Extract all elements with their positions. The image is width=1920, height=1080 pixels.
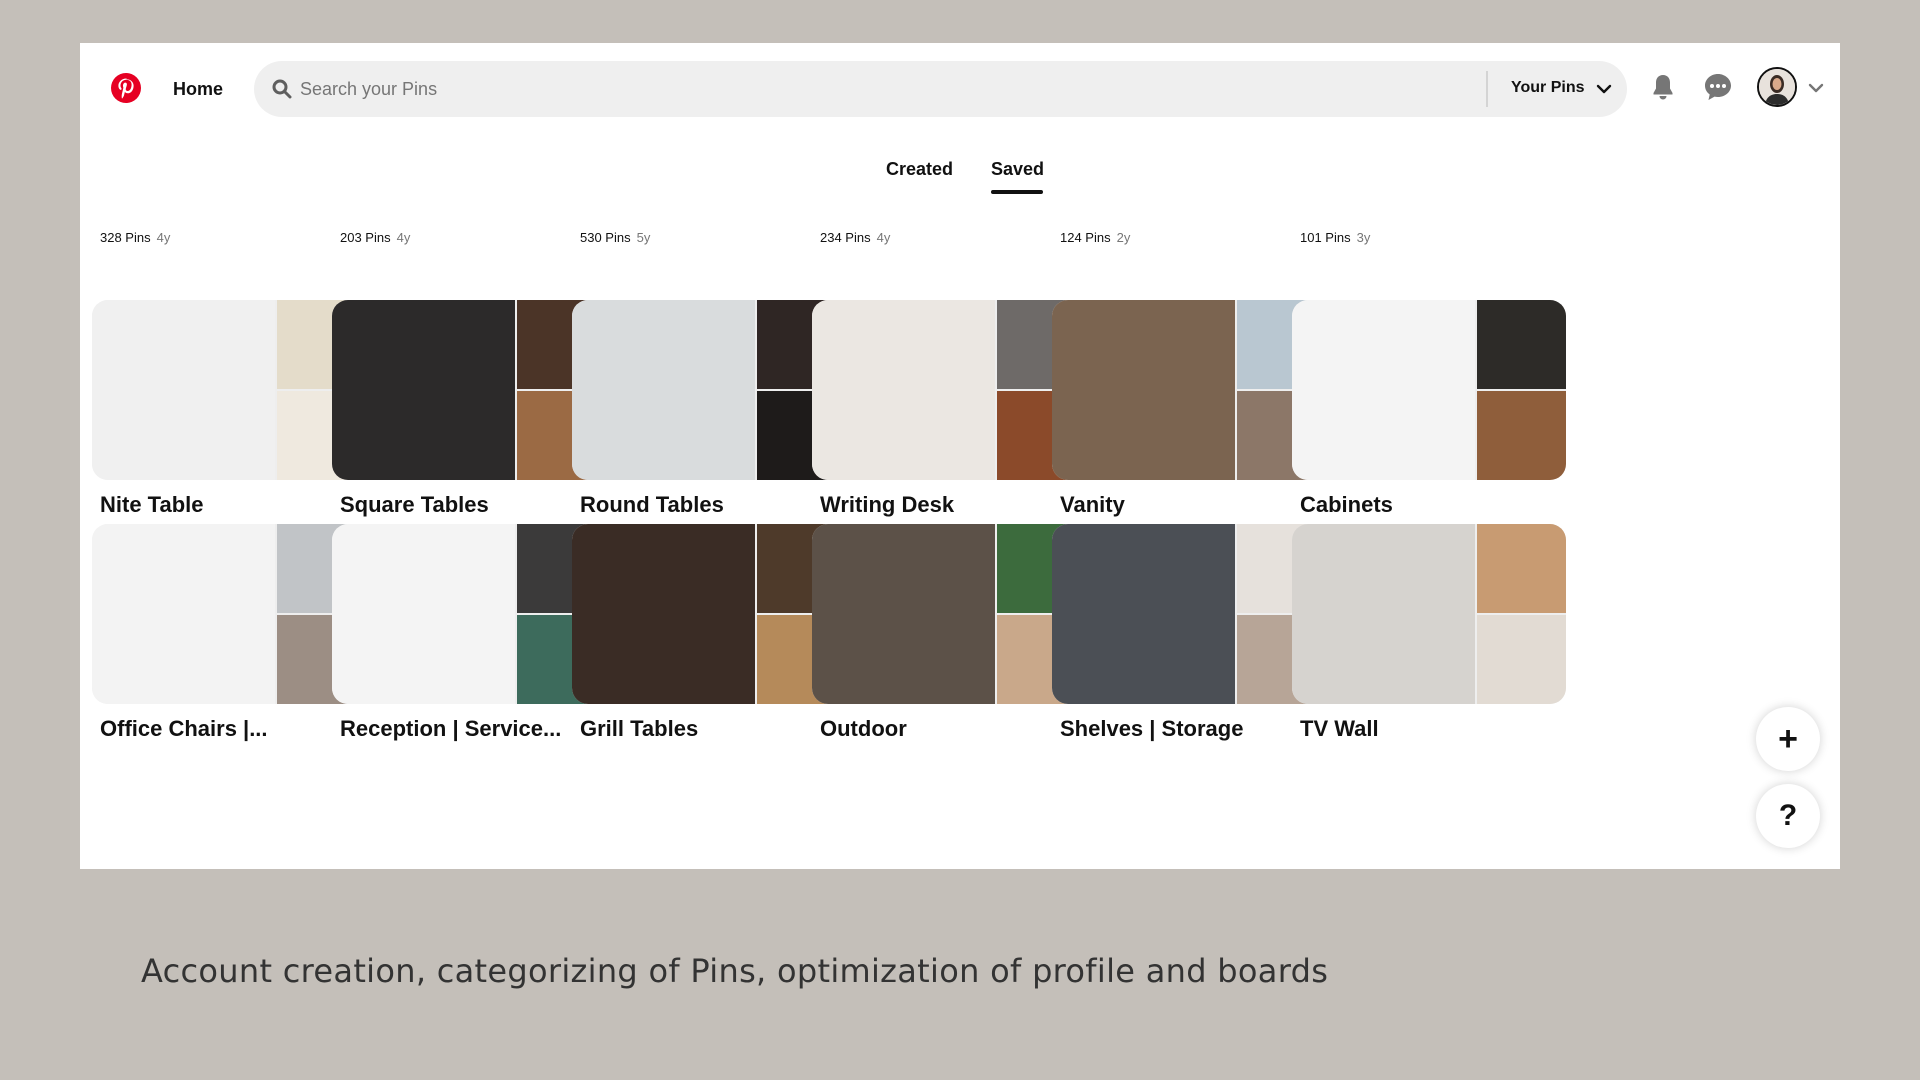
board-title[interactable]: Nite Table [100,492,204,518]
board-cover[interactable] [1052,524,1326,704]
board-title[interactable]: Reception | Service... [340,716,561,742]
board-title[interactable]: TV Wall [1300,716,1379,742]
board-cover-image [1292,524,1475,704]
board-meta: 328 Pins 4y [100,230,170,245]
board-cover-image [332,524,515,704]
messages-icon[interactable] [1702,71,1734,103]
board-title[interactable]: Grill Tables [580,716,698,742]
board-age: 3y [1356,230,1371,245]
board-meta: 203 Pins 4y [340,230,410,245]
board-title[interactable]: Outdoor [820,716,907,742]
board-title[interactable]: Square Tables [340,492,489,518]
board-title[interactable]: Shelves | Storage [1060,716,1243,742]
board-meta: 530 Pins 5y [580,230,650,245]
board-age: 2y [1116,230,1131,245]
board-card[interactable]: Vanity130 Pins4y [1052,300,1326,541]
account-chevron-down-icon[interactable] [1807,79,1825,97]
board-cover[interactable] [572,524,846,704]
board-cover[interactable] [812,524,1086,704]
board-pin-count: 328 Pins [100,230,151,245]
board-meta: 101 Pins 3y [1300,230,1370,245]
tab-created[interactable]: Created [886,159,953,180]
board-meta [100,750,106,765]
board-cover-image [1477,524,1566,613]
notifications-bell-icon[interactable] [1647,71,1679,103]
board-pin-count: 530 Pins [580,230,631,245]
board-cover-image [812,300,995,480]
board-pin-count: 234 Pins [820,230,871,245]
profile-avatar[interactable] [1757,67,1797,107]
board-cover[interactable] [332,300,606,480]
board-cover-image [1292,300,1475,480]
search-icon [272,79,292,99]
board-pin-count: 124 Pins [1060,230,1111,245]
board-title[interactable]: Office Chairs |... [100,716,268,742]
board-card[interactable]: Cabinets906 Pins1y [1292,300,1566,541]
board-cover[interactable] [92,524,366,704]
add-pin-button[interactable]: + [1756,707,1820,771]
board-cover-image [1052,524,1235,704]
board-meta [820,750,826,765]
board-card[interactable]: TV Wall [1292,524,1566,741]
board-title[interactable]: Round Tables [580,492,724,518]
board-cover-image [572,524,755,704]
board-card[interactable]: Writing Desk237 Pins3y [812,300,1086,541]
board-age: 4y [876,230,891,245]
board-cover-image [92,524,275,704]
top-header: Home Your Pins [80,43,1840,223]
board-cover-image [812,524,995,704]
board-cover-image [572,300,755,480]
board-title[interactable]: Vanity [1060,492,1125,518]
board-cover[interactable] [812,300,1086,480]
board-cover[interactable] [1292,300,1566,480]
board-age: 4y [396,230,411,245]
pinterest-window: Benches | Chaises328 Pins4yStools203 Pin… [80,43,1840,869]
search-divider [1486,71,1488,107]
board-cover[interactable] [572,300,846,480]
board-card[interactable]: Reception | Service... [332,524,606,741]
board-card[interactable]: Square Tables995 Pins4y [332,300,606,541]
avatar-photo-icon [1759,69,1795,105]
board-cover-image [1052,300,1235,480]
board-card[interactable]: Round Tables951 Pins5y [572,300,846,541]
tab-saved[interactable]: Saved [991,159,1044,180]
home-link[interactable]: Home [173,79,223,100]
board-card[interactable]: Shelves | Storage [1052,524,1326,741]
your-pins-dropdown[interactable]: Your Pins [1511,79,1585,97]
board-cover-image [332,300,515,480]
board-age: 4y [156,230,171,245]
board-card[interactable]: Office Chairs |... [92,524,366,741]
board-card[interactable]: Nite Table211 Pins5y [92,300,366,541]
chevron-down-icon[interactable] [1596,81,1612,97]
board-pin-count: 101 Pins [1300,230,1351,245]
board-age: 5y [636,230,651,245]
board-cover[interactable] [92,300,366,480]
slide-caption: Account creation, categorizing of Pins, … [141,952,1329,990]
board-cover-image [1477,391,1566,480]
board-card[interactable]: Outdoor [812,524,1086,741]
search-bar[interactable]: Your Pins [254,61,1627,117]
board-cover-image [1477,300,1566,389]
active-tab-indicator [991,190,1043,194]
board-title[interactable]: Cabinets [1300,492,1393,518]
board-cover[interactable] [1292,524,1566,704]
board-title[interactable]: Writing Desk [820,492,954,518]
board-cover[interactable] [1052,300,1326,480]
board-meta [1300,750,1306,765]
board-meta [340,750,346,765]
pinterest-logo-icon[interactable] [110,72,142,104]
board-cover-image [92,300,275,480]
board-pin-count: 203 Pins [340,230,391,245]
search-input[interactable] [300,73,1400,105]
board-meta [1060,750,1066,765]
board-cover-image [1477,615,1566,704]
board-card[interactable]: Grill Tables [572,524,846,741]
board-meta: 124 Pins 2y [1060,230,1130,245]
board-cover[interactable] [332,524,606,704]
board-meta [580,750,586,765]
help-button[interactable]: ? [1756,784,1820,848]
board-meta: 234 Pins 4y [820,230,890,245]
